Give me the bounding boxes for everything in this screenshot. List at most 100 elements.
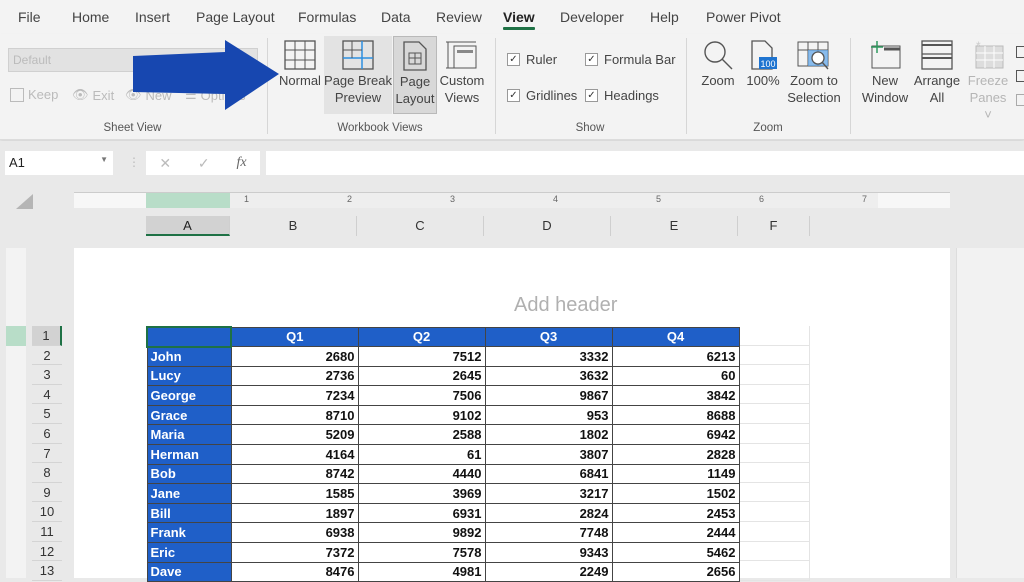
value-cell[interactable]: 4164 <box>230 444 359 465</box>
cell[interactable] <box>738 502 810 522</box>
cancel-icon[interactable]: ✕ <box>159 155 171 172</box>
name-cell[interactable]: George <box>146 385 232 406</box>
header-cell[interactable]: Q3 <box>484 326 613 348</box>
row-header[interactable]: 11 <box>32 521 62 542</box>
column-header-d[interactable]: D <box>484 216 611 236</box>
row-header[interactable]: 5 <box>32 404 62 424</box>
value-cell[interactable]: 1502 <box>611 483 740 504</box>
name-cell[interactable]: Eric <box>146 542 232 563</box>
hide-icon[interactable] <box>1016 70 1024 82</box>
row-header[interactable]: 9 <box>32 482 62 503</box>
column-header-a[interactable]: A <box>146 216 230 236</box>
name-cell[interactable]: Jane <box>146 483 232 504</box>
value-cell[interactable]: 6942 <box>611 424 740 446</box>
name-cell[interactable]: Lucy <box>146 365 232 387</box>
value-cell[interactable]: 9892 <box>357 522 486 544</box>
zoom-to-selection-button[interactable]: Zoom to Selection <box>786 36 842 114</box>
freeze-panes-button[interactable]: * Freeze Panes ˅ <box>964 36 1012 122</box>
row-header[interactable]: 13 <box>32 561 62 581</box>
tab-help[interactable]: Help <box>650 9 679 25</box>
cell[interactable] <box>738 384 810 405</box>
value-cell[interactable]: 9867 <box>484 385 613 406</box>
value-cell[interactable]: 2588 <box>357 424 486 446</box>
gridlines-checkbox[interactable]: ✓ Gridlines <box>507 88 577 103</box>
value-cell[interactable]: 2736 <box>230 365 359 387</box>
cell[interactable] <box>738 561 810 581</box>
row-header[interactable]: 8 <box>32 463 62 483</box>
tab-view[interactable]: View <box>503 9 535 30</box>
row-header[interactable]: 10 <box>32 502 62 522</box>
row-header[interactable]: 7 <box>32 443 62 464</box>
cell[interactable] <box>738 482 810 503</box>
tab-home[interactable]: Home <box>72 9 109 25</box>
value-cell[interactable]: 6931 <box>357 502 486 524</box>
insert-function-icon[interactable]: fx <box>236 155 246 171</box>
cell[interactable] <box>738 365 810 385</box>
column-header-b[interactable]: B <box>230 216 357 236</box>
value-cell[interactable]: 3842 <box>611 385 740 406</box>
value-cell[interactable]: 7578 <box>357 542 486 563</box>
row-header[interactable]: 12 <box>32 541 62 562</box>
drag-handle-icon[interactable]: ⋮ <box>128 155 140 169</box>
value-cell[interactable]: 1149 <box>611 463 740 485</box>
headings-checkbox[interactable]: ✓ Headings <box>585 88 659 103</box>
value-cell[interactable]: 1585 <box>230 483 359 504</box>
cell[interactable] <box>738 541 810 562</box>
value-cell[interactable]: 953 <box>484 404 613 426</box>
tab-data[interactable]: Data <box>381 9 411 25</box>
name-cell[interactable]: Frank <box>146 522 232 544</box>
value-cell[interactable]: 1802 <box>484 424 613 446</box>
value-cell[interactable]: 4440 <box>357 463 486 485</box>
value-cell[interactable]: 2645 <box>357 365 486 387</box>
page-layout-button[interactable]: Page Layout <box>393 36 437 114</box>
value-cell[interactable]: 3332 <box>484 346 613 367</box>
column-header-f[interactable]: F <box>738 216 810 236</box>
row-header[interactable]: 2 <box>32 345 62 366</box>
cell[interactable] <box>738 423 810 444</box>
cell[interactable] <box>738 345 810 366</box>
tab-page-layout[interactable]: Page Layout <box>196 9 275 25</box>
name-cell[interactable]: Bob <box>146 463 232 485</box>
value-cell[interactable]: 1897 <box>230 502 359 524</box>
cell[interactable] <box>738 326 810 346</box>
value-cell[interactable]: 6938 <box>230 522 359 544</box>
name-cell[interactable]: Bill <box>146 502 232 524</box>
name-box[interactable]: A1 ▼ <box>5 151 113 175</box>
split-icon[interactable] <box>1016 46 1024 58</box>
value-cell[interactable]: 8742 <box>230 463 359 485</box>
value-cell[interactable]: 3807 <box>484 444 613 465</box>
keep-button[interactable]: Keep <box>10 87 58 102</box>
value-cell[interactable]: 9343 <box>484 542 613 563</box>
header-cell[interactable]: Q4 <box>611 326 740 348</box>
zoom-button[interactable]: Zoom <box>698 36 738 102</box>
cell[interactable] <box>738 463 810 483</box>
value-cell[interactable]: 60 <box>611 365 740 387</box>
formula-input[interactable] <box>266 151 1024 175</box>
value-cell[interactable]: 6213 <box>611 346 740 367</box>
name-cell[interactable]: Maria <box>146 424 232 446</box>
value-cell[interactable]: 5209 <box>230 424 359 446</box>
value-cell[interactable]: 7372 <box>230 542 359 563</box>
normal-view-button[interactable]: Normal <box>278 36 322 102</box>
name-cell[interactable]: Dave <box>146 561 232 582</box>
tab-power-pivot[interactable]: Power Pivot <box>706 9 781 25</box>
name-cell[interactable]: Herman <box>146 444 232 465</box>
zoom-100-button[interactable]: 100 100% <box>744 36 782 102</box>
cell[interactable] <box>738 521 810 542</box>
page-break-preview-button[interactable]: Page Break Preview <box>324 36 392 114</box>
value-cell[interactable]: 8476 <box>230 561 359 582</box>
select-all-corner[interactable] <box>16 194 34 210</box>
value-cell[interactable]: 2680 <box>230 346 359 367</box>
value-cell[interactable]: 2453 <box>611 502 740 524</box>
tab-developer[interactable]: Developer <box>560 9 624 25</box>
formula-bar-checkbox[interactable]: ✓ Formula Bar <box>585 52 676 67</box>
cell[interactable] <box>738 404 810 424</box>
value-cell[interactable]: 9102 <box>357 404 486 426</box>
tab-review[interactable]: Review <box>436 9 482 25</box>
value-cell[interactable]: 7512 <box>357 346 486 367</box>
value-cell[interactable]: 5462 <box>611 542 740 563</box>
ruler-checkbox[interactable]: ✓ Ruler <box>507 52 557 67</box>
cell-a1[interactable] <box>146 326 232 348</box>
row-header[interactable]: 4 <box>32 384 62 405</box>
header-cell[interactable]: Q2 <box>357 326 486 348</box>
